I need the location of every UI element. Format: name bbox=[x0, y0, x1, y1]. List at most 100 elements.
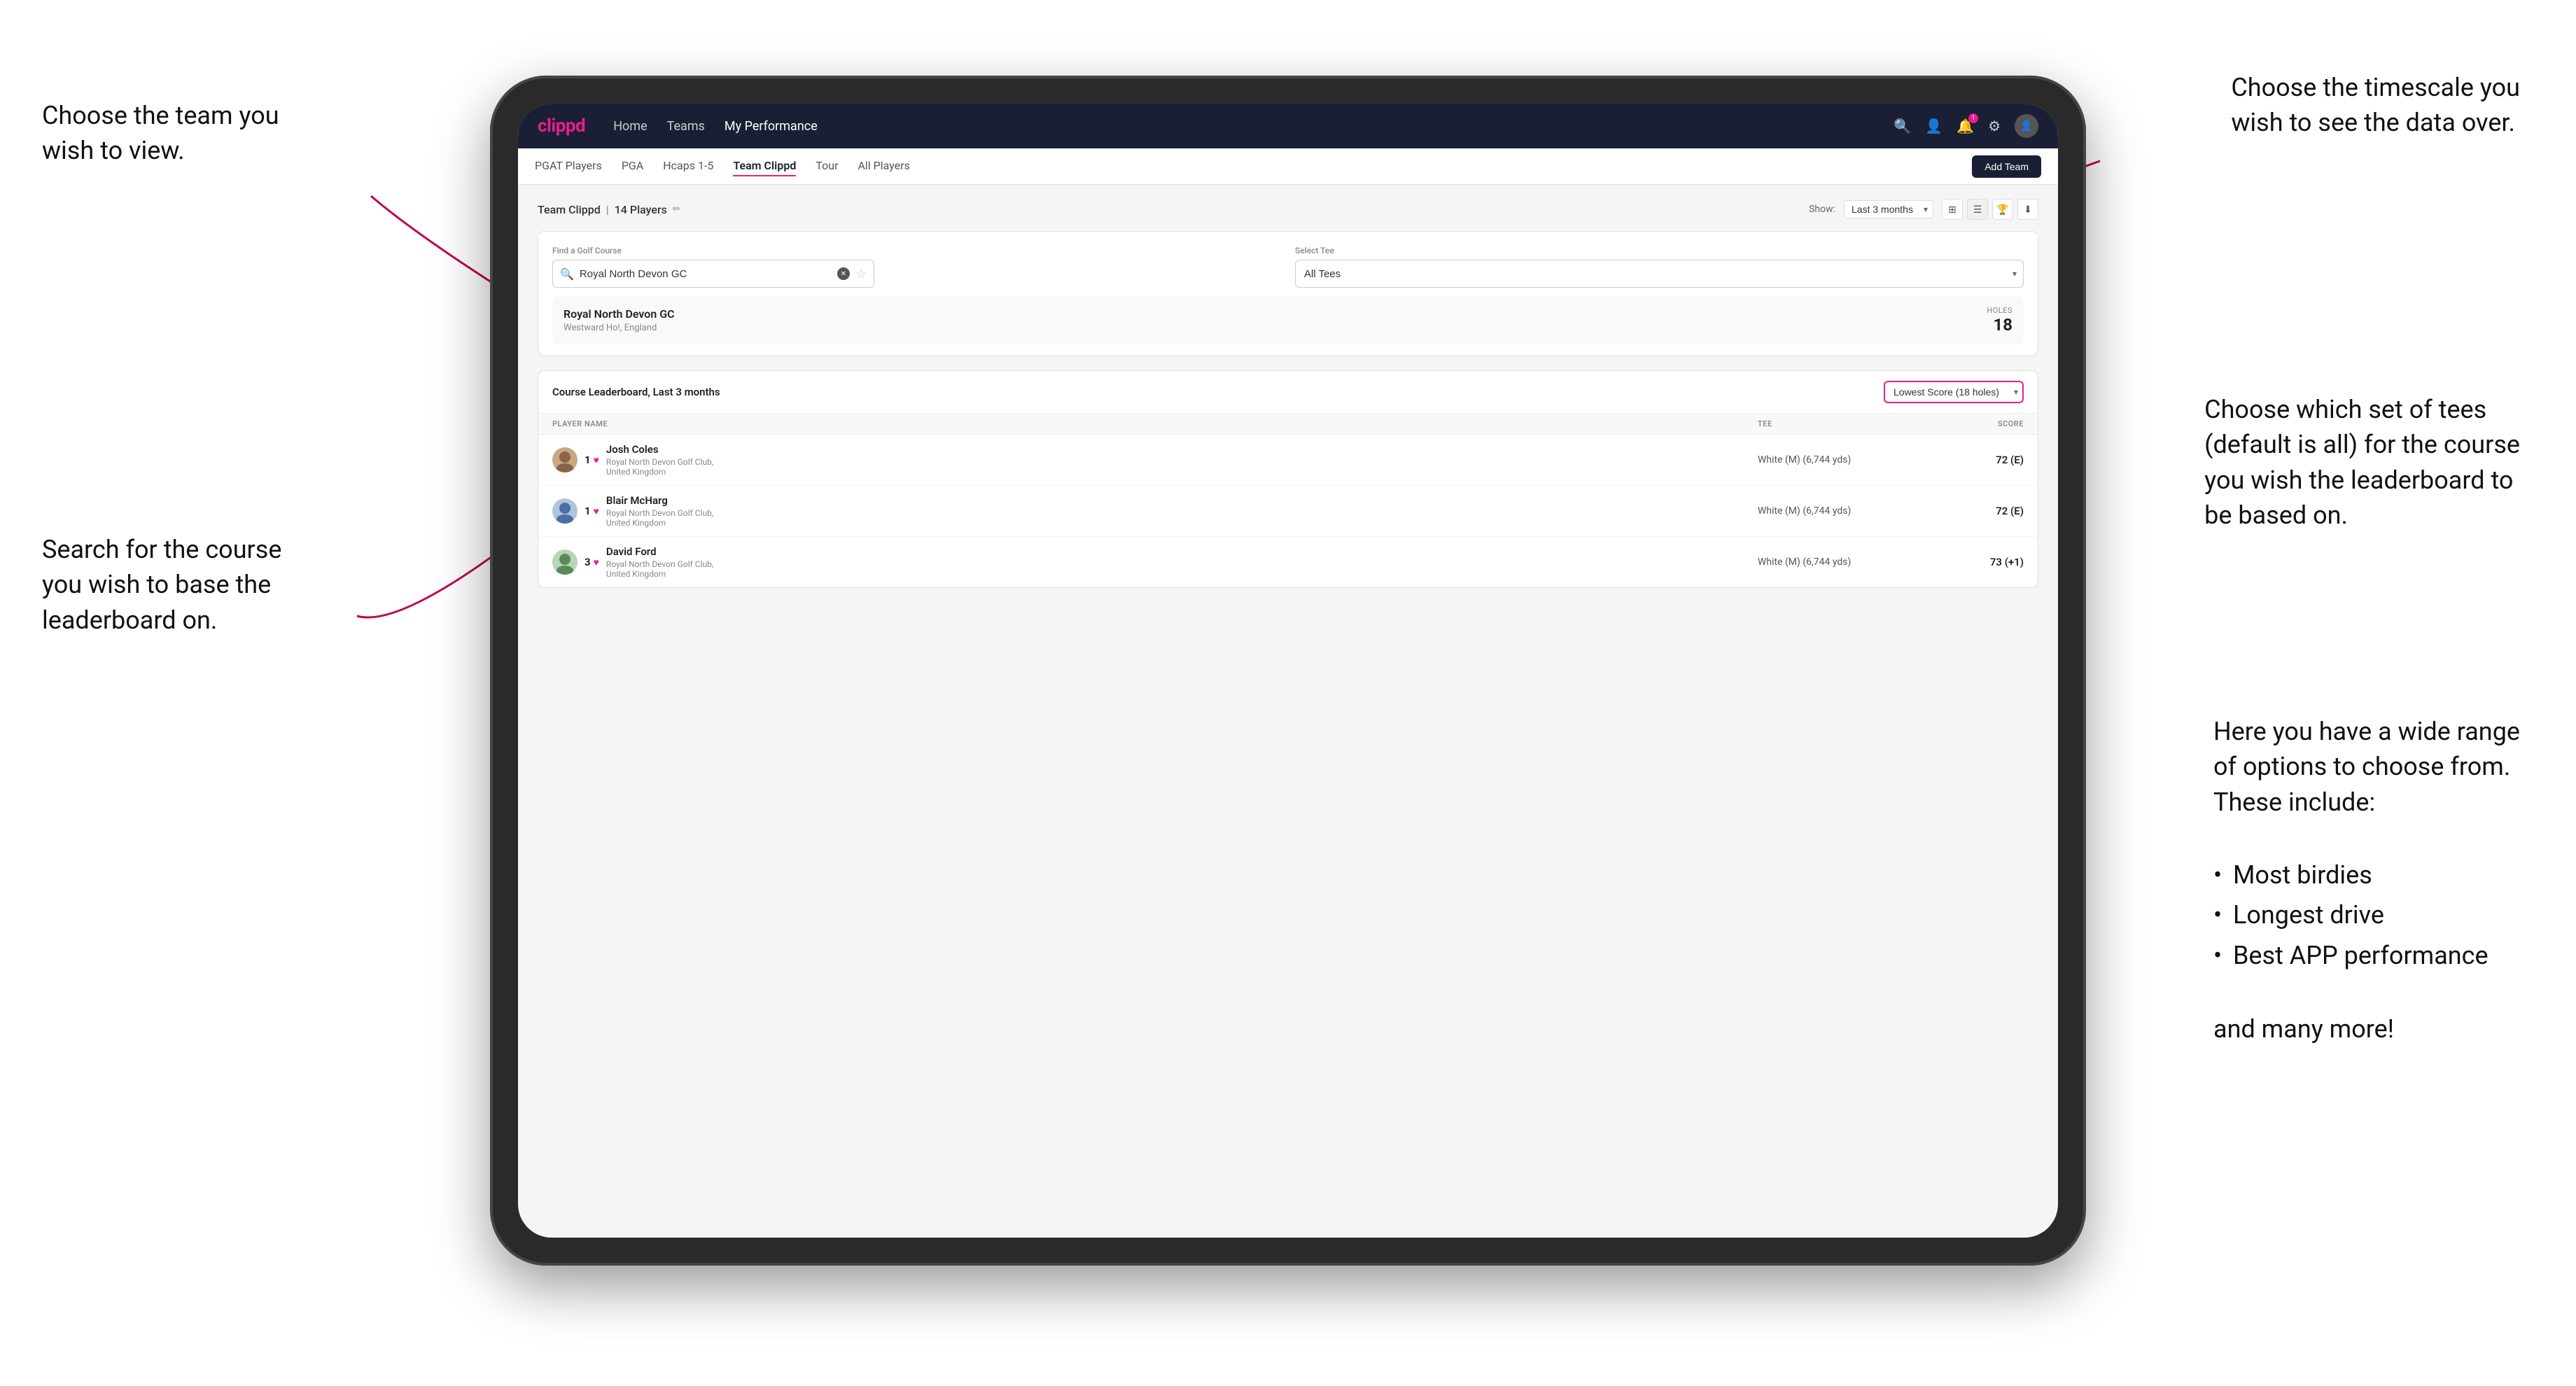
rank-heart: 1 ♥ bbox=[584, 454, 599, 466]
rank-number: 3 bbox=[584, 556, 591, 568]
col-score: SCORE bbox=[1926, 419, 2024, 428]
player-cell: 1 ♥ Josh Coles Royal North Devon Golf Cl… bbox=[552, 443, 734, 477]
main-content: Team Clippd | 14 Players ✏ Show: Last 3 … bbox=[518, 185, 2058, 1238]
player-avatar bbox=[552, 498, 578, 524]
bullet-item: Most birdies bbox=[2213, 855, 2520, 896]
search-icon[interactable]: 🔍 bbox=[1893, 118, 1911, 134]
table-header-row: PLAYER NAME TEE SCORE bbox=[538, 414, 2038, 435]
holes-label: Holes bbox=[1987, 306, 2012, 315]
course-panel: Find a Golf Course 🔍 ✕ ☆ Select Tee bbox=[538, 231, 2038, 356]
tablet-screen: clippd Home Teams My Performance 🔍 👤 🔔1 … bbox=[518, 104, 2058, 1238]
avatar[interactable]: 👤 bbox=[2015, 114, 2038, 138]
navbar: clippd Home Teams My Performance 🔍 👤 🔔1 … bbox=[518, 104, 2058, 148]
course-info: Royal North Devon GC Westward Ho!, Engla… bbox=[564, 307, 675, 333]
tee-select-group: Select Tee All Tees White Yellow Red bbox=[1295, 246, 2024, 288]
tablet-frame: clippd Home Teams My Performance 🔍 👤 🔔1 … bbox=[490, 76, 2086, 1266]
team-title: Team Clippd | 14 Players ✏ bbox=[538, 203, 681, 216]
view-icons: ⊞ ☰ 🏆 ⬇ bbox=[1942, 199, 2038, 220]
tee-cell: White (M) (6,744 yds) bbox=[1758, 505, 1926, 517]
navbar-actions: 🔍 👤 🔔1 ⚙ 👤 bbox=[1893, 114, 2038, 138]
rank-number: 1 bbox=[584, 505, 591, 517]
team-controls: Show: Last 3 months Last month Last 6 mo… bbox=[1809, 199, 2038, 220]
holes-number: 18 bbox=[1987, 315, 2012, 335]
tab-tour[interactable]: Tour bbox=[816, 156, 838, 176]
course-search-input[interactable] bbox=[580, 268, 832, 280]
player-name: Blair McHarg bbox=[606, 494, 734, 507]
annotation-mid-left: Search for the course you wish to base t… bbox=[42, 532, 281, 638]
tab-pgat-players[interactable]: PGAT Players bbox=[535, 156, 602, 176]
player-avatar bbox=[552, 550, 578, 575]
annotation-mid-right: Choose which set of tees (default is all… bbox=[2204, 392, 2520, 533]
score-cell: 73 (+1) bbox=[1926, 556, 2024, 568]
tee-select[interactable]: All Tees White Yellow Red bbox=[1295, 260, 2024, 288]
score-cell: 72 (E) bbox=[1926, 505, 2024, 517]
player-name: David Ford bbox=[606, 545, 734, 558]
grid-view-button[interactable]: ⊞ bbox=[1942, 199, 1963, 220]
list-view-button[interactable]: ☰ bbox=[1967, 199, 1988, 220]
app-logo: clippd bbox=[538, 115, 585, 136]
user-icon[interactable]: 👤 bbox=[1925, 118, 1942, 134]
nav-home[interactable]: Home bbox=[613, 119, 647, 134]
leaderboard-title: Course Leaderboard, Last 3 months bbox=[552, 386, 720, 398]
player-club: Royal North Devon Golf Club, United King… bbox=[606, 508, 734, 528]
player-info: Josh Coles Royal North Devon Golf Club, … bbox=[606, 443, 734, 477]
download-button[interactable]: ⬇ bbox=[2017, 199, 2038, 220]
tab-hcaps[interactable]: Hcaps 1-5 bbox=[663, 156, 713, 176]
heart-icon: ♥ bbox=[594, 556, 599, 568]
col-tee: TEE bbox=[1758, 419, 1926, 428]
show-label: Show: bbox=[1809, 204, 1835, 215]
tee-select-label: Select Tee bbox=[1295, 246, 2024, 255]
tab-all-players[interactable]: All Players bbox=[858, 156, 909, 176]
add-team-button[interactable]: Add Team bbox=[1972, 155, 2041, 178]
table-row: 3 ♥ David Ford Royal North Devon Golf Cl… bbox=[538, 537, 2038, 587]
heart-icon: ♥ bbox=[594, 505, 599, 517]
options-list: Most birdies Longest drive Best APP perf… bbox=[2213, 855, 2520, 976]
show-dropdown[interactable]: Last 3 months Last month Last 6 months L… bbox=[1844, 200, 1933, 218]
course-result: Royal North Devon GC Westward Ho!, Engla… bbox=[552, 296, 2024, 344]
table-row: 1 ♥ Blair McHarg Royal North Devon Golf … bbox=[538, 486, 2038, 537]
notification-icon[interactable]: 🔔1 bbox=[1956, 118, 1974, 134]
rank-heart: 1 ♥ bbox=[584, 505, 599, 517]
team-header: Team Clippd | 14 Players ✏ Show: Last 3 … bbox=[538, 199, 2038, 220]
player-club: Royal North Devon Golf Club, United King… bbox=[606, 559, 734, 579]
course-name: Royal North Devon GC bbox=[564, 307, 675, 321]
annotation-top-left: Choose the team you wish to view. bbox=[42, 98, 279, 169]
player-cell: 3 ♥ David Ford Royal North Devon Golf Cl… bbox=[552, 545, 734, 579]
rank-number: 1 bbox=[584, 454, 591, 466]
rank-heart: 3 ♥ bbox=[584, 556, 599, 568]
nav-teams[interactable]: Teams bbox=[667, 119, 705, 134]
holes-badge: Holes 18 bbox=[1987, 306, 2012, 335]
player-info: Blair McHarg Royal North Devon Golf Club… bbox=[606, 494, 734, 528]
score-cell: 72 (E) bbox=[1926, 454, 2024, 466]
settings-icon[interactable]: ⚙ bbox=[1988, 118, 2001, 134]
player-avatar bbox=[552, 447, 578, 472]
score-type-dropdown[interactable]: Lowest Score (18 holes) Most Birdies Lon… bbox=[1884, 381, 2024, 403]
edit-icon[interactable]: ✏ bbox=[673, 204, 681, 215]
find-course-group: Find a Golf Course 🔍 ✕ ☆ bbox=[552, 246, 1281, 288]
tab-pga[interactable]: PGA bbox=[622, 156, 643, 176]
tee-dropdown-wrapper: All Tees White Yellow Red bbox=[1295, 260, 2024, 288]
favorite-button[interactable]: ☆ bbox=[855, 267, 867, 281]
player-cell: 1 ♥ Blair McHarg Royal North Devon Golf … bbox=[552, 494, 734, 528]
leaderboard-header: Course Leaderboard, Last 3 months Lowest… bbox=[538, 371, 2038, 414]
nav-my-performance[interactable]: My Performance bbox=[724, 119, 818, 134]
search-input-wrapper: 🔍 ✕ ☆ bbox=[552, 260, 874, 288]
course-panel-row: Find a Golf Course 🔍 ✕ ☆ Select Tee bbox=[552, 246, 2024, 288]
bullet-item: Longest drive bbox=[2213, 895, 2520, 936]
tee-cell: White (M) (6,744 yds) bbox=[1758, 556, 1926, 568]
heart-icon: ♥ bbox=[594, 454, 599, 466]
sub-nav: PGAT Players PGA Hcaps 1-5 Team Clippd T… bbox=[518, 148, 2058, 185]
clear-search-button[interactable]: ✕ bbox=[837, 267, 850, 280]
table-row: 1 ♥ Josh Coles Royal North Devon Golf Cl… bbox=[538, 435, 2038, 486]
annotation-top-right: Choose the timescale you wish to see the… bbox=[2231, 70, 2520, 141]
player-name: Josh Coles bbox=[606, 443, 734, 456]
tab-team-clippd[interactable]: Team Clippd bbox=[733, 156, 796, 176]
search-icon: 🔍 bbox=[560, 267, 574, 281]
trophy-icon-button[interactable]: 🏆 bbox=[1992, 199, 2013, 220]
bullet-item: Best APP performance bbox=[2213, 936, 2520, 976]
score-type-dropdown-wrapper: Lowest Score (18 holes) Most Birdies Lon… bbox=[1884, 381, 2024, 403]
find-course-label: Find a Golf Course bbox=[552, 246, 1281, 255]
show-dropdown-wrapper: Last 3 months Last month Last 6 months L… bbox=[1844, 200, 1933, 218]
leaderboard-section: Course Leaderboard, Last 3 months Lowest… bbox=[538, 370, 2038, 588]
tee-cell: White (M) (6,744 yds) bbox=[1758, 454, 1926, 465]
